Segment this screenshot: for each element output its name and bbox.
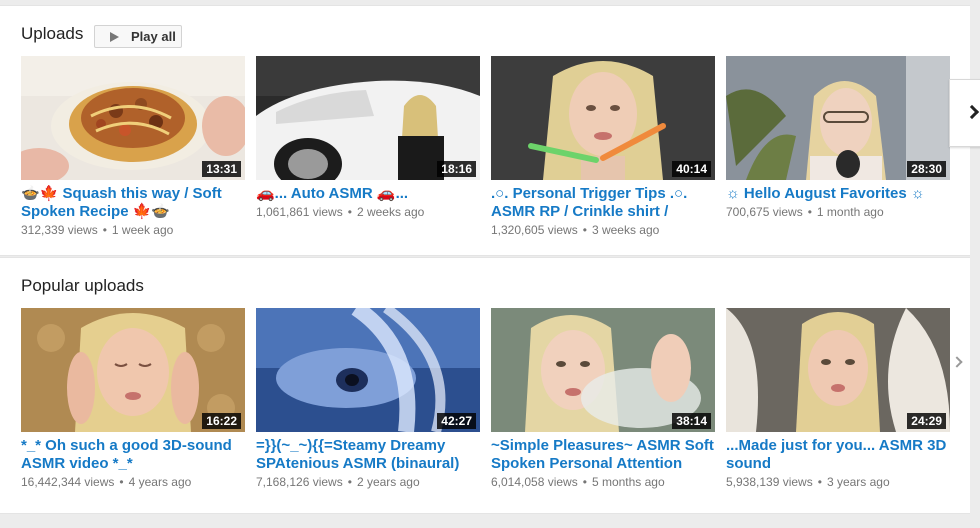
separator-dot: •: [807, 205, 812, 219]
chevron-right-icon: [951, 356, 963, 368]
separator-dot: •: [817, 475, 822, 489]
upload-age: 5 months ago: [591, 475, 665, 489]
video-meta: 5,938,139 views • 3 years ago: [726, 474, 950, 490]
play-icon: [110, 31, 119, 42]
view-count: 1,320,605 views: [491, 223, 578, 237]
video-title-link[interactable]: ~Simple Pleasures~ ASMR Soft Spoken Pers…: [491, 437, 715, 473]
view-count: 7,168,126 views: [256, 475, 343, 489]
video-meta: 700,675 views • 1 month ago: [726, 204, 950, 220]
video-title-link[interactable]: *_* Oh such a good 3D-sound ASMR video *…: [21, 437, 245, 473]
view-count: 700,675 views: [726, 205, 803, 219]
upload-age: 1 week ago: [111, 223, 174, 237]
video-title-link[interactable]: ☼ Hello August Favorites ☼: [726, 185, 950, 203]
video-thumbnail[interactable]: 38:14: [491, 308, 715, 432]
popular-uploads-section: Popular uploads 16:22 *_* Oh such a good…: [0, 257, 970, 514]
video-thumbnail[interactable]: 18:16: [256, 56, 480, 180]
popular-uploads-heading: Popular uploads: [21, 276, 144, 295]
upload-age: 1 month ago: [816, 205, 884, 219]
video-thumbnail[interactable]: 16:22: [21, 308, 245, 432]
uploads-heading: Uploads: [21, 24, 84, 43]
separator-dot: •: [582, 475, 587, 489]
upload-age: 3 years ago: [826, 475, 890, 489]
video-card: 38:14 ~Simple Pleasures~ ASMR Soft Spoke…: [491, 308, 715, 490]
upload-age: 2 weeks ago: [356, 205, 425, 219]
video-duration: 28:30: [907, 161, 946, 177]
view-count: 16,442,344 views: [21, 475, 115, 489]
video-duration: 16:22: [202, 413, 241, 429]
video-card: 18:16 🚗... Auto ASMR 🚗... 1,061,861 view…: [256, 56, 480, 220]
video-card: 28:30 ☼ Hello August Favorites ☼ 700,675…: [726, 56, 950, 220]
upload-age: 2 years ago: [356, 475, 420, 489]
chevron-right-icon: [964, 104, 980, 120]
video-duration: 13:31: [202, 161, 241, 177]
video-meta: 16,442,344 views • 4 years ago: [21, 474, 245, 490]
view-count: 5,938,139 views: [726, 475, 813, 489]
video-thumbnail[interactable]: 40:14: [491, 56, 715, 180]
video-title-link[interactable]: 🚗... Auto ASMR 🚗...: [256, 185, 480, 203]
video-title-link[interactable]: 🍲🍁 Squash this way / Soft Spoken Recipe …: [21, 185, 245, 221]
video-title-link[interactable]: ...Made just for you... ASMR 3D sound: [726, 437, 950, 473]
upload-age: 3 weeks ago: [591, 223, 660, 237]
separator-dot: •: [582, 223, 587, 237]
play-all-label: Play all: [131, 29, 176, 44]
view-count: 312,339 views: [21, 223, 98, 237]
separator-dot: •: [347, 475, 352, 489]
video-duration: 38:14: [672, 413, 711, 429]
separator-dot: •: [347, 205, 352, 219]
video-thumbnail[interactable]: 13:31: [21, 56, 245, 180]
video-card: 13:31 🍲🍁 Squash this way / Soft Spoken R…: [21, 56, 245, 238]
separator-dot: •: [119, 475, 124, 489]
video-duration: 18:16: [437, 161, 476, 177]
video-title-link[interactable]: .○. Personal Trigger Tips .○. ASMR RP / …: [491, 185, 715, 221]
video-thumbnail[interactable]: 42:27: [256, 308, 480, 432]
video-meta: 7,168,126 views • 2 years ago: [256, 474, 480, 490]
view-count: 1,061,861 views: [256, 205, 343, 219]
video-meta: 312,339 views • 1 week ago: [21, 222, 245, 238]
next-popular-button[interactable]: [951, 356, 963, 368]
uploads-section: Uploads Play all 13:31 🍲🍁 Squash this wa…: [0, 5, 970, 256]
view-count: 6,014,058 views: [491, 475, 578, 489]
separator-dot: •: [102, 223, 107, 237]
video-card: 42:27 =}}(~_~){{=Steamy Dreamy SPAteniou…: [256, 308, 480, 490]
video-meta: 1,061,861 views • 2 weeks ago: [256, 204, 480, 220]
video-card: 24:29 ...Made just for you... ASMR 3D so…: [726, 308, 950, 490]
video-duration: 24:29: [907, 413, 946, 429]
next-shelf-button[interactable]: [949, 79, 980, 147]
play-all-button[interactable]: Play all: [94, 25, 182, 48]
upload-age: 4 years ago: [128, 475, 192, 489]
video-meta: 6,014,058 views • 5 months ago: [491, 474, 715, 490]
video-title-link[interactable]: =}}(~_~){{=Steamy Dreamy SPAtenious ASMR…: [256, 437, 480, 473]
video-duration: 42:27: [437, 413, 476, 429]
video-card: 40:14 .○. Personal Trigger Tips .○. ASMR…: [491, 56, 715, 238]
video-duration: 40:14: [672, 161, 711, 177]
video-thumbnail[interactable]: 28:30: [726, 56, 950, 180]
video-meta: 1,320,605 views • 3 weeks ago: [491, 222, 715, 238]
video-thumbnail[interactable]: 24:29: [726, 308, 950, 432]
video-card: 16:22 *_* Oh such a good 3D-sound ASMR v…: [21, 308, 245, 490]
